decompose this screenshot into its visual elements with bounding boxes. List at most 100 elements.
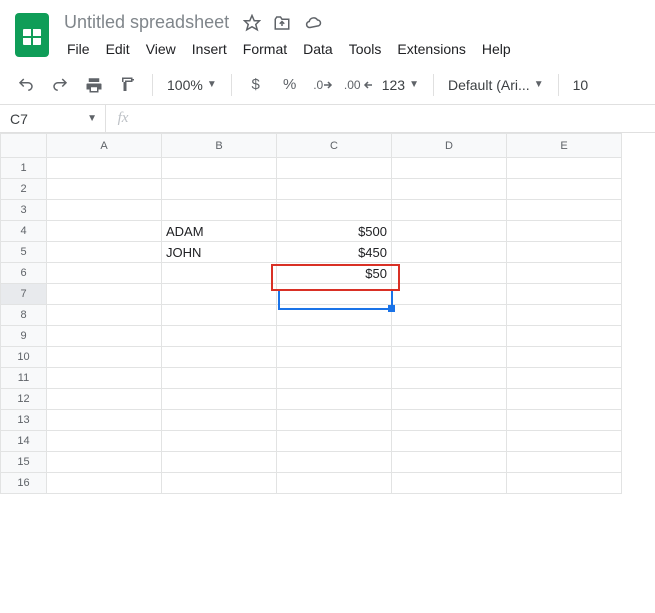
move-icon[interactable] bbox=[273, 14, 291, 32]
name-box[interactable]: C7 ▼ bbox=[0, 105, 106, 132]
cell-D7[interactable] bbox=[392, 284, 507, 305]
cell-D15[interactable] bbox=[392, 452, 507, 473]
cell-E7[interactable] bbox=[507, 284, 622, 305]
select-all-corner[interactable] bbox=[1, 134, 47, 158]
row-head-8[interactable]: 8 bbox=[1, 305, 47, 326]
cell-C16[interactable] bbox=[277, 473, 392, 494]
cell-C5[interactable]: $450 bbox=[277, 242, 392, 263]
cell-D4[interactable] bbox=[392, 221, 507, 242]
row-head-1[interactable]: 1 bbox=[1, 158, 47, 179]
menu-format[interactable]: Format bbox=[236, 37, 294, 61]
cell-A9[interactable] bbox=[47, 326, 162, 347]
cell-B3[interactable] bbox=[162, 200, 277, 221]
cell-A15[interactable] bbox=[47, 452, 162, 473]
row-head-5[interactable]: 5 bbox=[1, 242, 47, 263]
cell-E12[interactable] bbox=[507, 389, 622, 410]
cell-A13[interactable] bbox=[47, 410, 162, 431]
cell-E3[interactable] bbox=[507, 200, 622, 221]
cell-D12[interactable] bbox=[392, 389, 507, 410]
cell-B2[interactable] bbox=[162, 179, 277, 200]
cell-C11[interactable] bbox=[277, 368, 392, 389]
selection-fill-handle[interactable] bbox=[388, 305, 395, 312]
cell-E14[interactable] bbox=[507, 431, 622, 452]
cell-C8[interactable] bbox=[277, 305, 392, 326]
cell-D8[interactable] bbox=[392, 305, 507, 326]
cell-A10[interactable] bbox=[47, 347, 162, 368]
menu-tools[interactable]: Tools bbox=[342, 37, 389, 61]
row-head-11[interactable]: 11 bbox=[1, 368, 47, 389]
cell-B1[interactable] bbox=[162, 158, 277, 179]
undo-button[interactable] bbox=[12, 71, 40, 99]
paint-format-button[interactable] bbox=[114, 71, 142, 99]
cell-B11[interactable] bbox=[162, 368, 277, 389]
cell-C10[interactable] bbox=[277, 347, 392, 368]
cell-C14[interactable] bbox=[277, 431, 392, 452]
menu-data[interactable]: Data bbox=[296, 37, 340, 61]
row-head-6[interactable]: 6 bbox=[1, 263, 47, 284]
cell-B14[interactable] bbox=[162, 431, 277, 452]
zoom-select[interactable]: 100%▼ bbox=[163, 77, 221, 93]
cell-D14[interactable] bbox=[392, 431, 507, 452]
row-head-2[interactable]: 2 bbox=[1, 179, 47, 200]
cell-B4[interactable]: ADAM bbox=[162, 221, 277, 242]
cell-B15[interactable] bbox=[162, 452, 277, 473]
cell-D3[interactable] bbox=[392, 200, 507, 221]
cell-B8[interactable] bbox=[162, 305, 277, 326]
format-currency-button[interactable]: $ bbox=[242, 71, 270, 99]
cell-A14[interactable] bbox=[47, 431, 162, 452]
cell-E13[interactable] bbox=[507, 410, 622, 431]
sheets-logo[interactable] bbox=[12, 8, 52, 62]
col-head-E[interactable]: E bbox=[507, 134, 622, 158]
row-head-7[interactable]: 7 bbox=[1, 284, 47, 305]
cell-E10[interactable] bbox=[507, 347, 622, 368]
spreadsheet-grid[interactable]: ABCDE1234ADAM$5005JOHN$4506$507891011121… bbox=[0, 133, 655, 494]
cell-E8[interactable] bbox=[507, 305, 622, 326]
col-head-D[interactable]: D bbox=[392, 134, 507, 158]
cell-C9[interactable] bbox=[277, 326, 392, 347]
cell-D9[interactable] bbox=[392, 326, 507, 347]
cell-E11[interactable] bbox=[507, 368, 622, 389]
cell-A8[interactable] bbox=[47, 305, 162, 326]
cell-D2[interactable] bbox=[392, 179, 507, 200]
menu-help[interactable]: Help bbox=[475, 37, 518, 61]
font-size-input[interactable]: 10 bbox=[569, 77, 593, 93]
cell-C1[interactable] bbox=[277, 158, 392, 179]
row-head-4[interactable]: 4 bbox=[1, 221, 47, 242]
cell-D5[interactable] bbox=[392, 242, 507, 263]
cell-A16[interactable] bbox=[47, 473, 162, 494]
cell-C15[interactable] bbox=[277, 452, 392, 473]
cell-B12[interactable] bbox=[162, 389, 277, 410]
col-head-C[interactable]: C bbox=[277, 134, 392, 158]
cell-D6[interactable] bbox=[392, 263, 507, 284]
cell-E1[interactable] bbox=[507, 158, 622, 179]
col-head-B[interactable]: B bbox=[162, 134, 277, 158]
col-head-A[interactable]: A bbox=[47, 134, 162, 158]
cell-B9[interactable] bbox=[162, 326, 277, 347]
cell-E15[interactable] bbox=[507, 452, 622, 473]
cell-B13[interactable] bbox=[162, 410, 277, 431]
row-head-14[interactable]: 14 bbox=[1, 431, 47, 452]
cell-E2[interactable] bbox=[507, 179, 622, 200]
cloud-status-icon[interactable] bbox=[303, 14, 323, 32]
cell-A11[interactable] bbox=[47, 368, 162, 389]
menu-view[interactable]: View bbox=[139, 37, 183, 61]
menu-extensions[interactable]: Extensions bbox=[390, 37, 472, 61]
cell-A5[interactable] bbox=[47, 242, 162, 263]
more-formats-button[interactable]: 123▼ bbox=[378, 77, 423, 93]
cell-E5[interactable] bbox=[507, 242, 622, 263]
row-head-3[interactable]: 3 bbox=[1, 200, 47, 221]
row-head-10[interactable]: 10 bbox=[1, 347, 47, 368]
star-icon[interactable] bbox=[243, 14, 261, 32]
cell-D13[interactable] bbox=[392, 410, 507, 431]
cell-A12[interactable] bbox=[47, 389, 162, 410]
cell-B16[interactable] bbox=[162, 473, 277, 494]
cell-C4[interactable]: $500 bbox=[277, 221, 392, 242]
cell-D10[interactable] bbox=[392, 347, 507, 368]
cell-B6[interactable] bbox=[162, 263, 277, 284]
cell-C12[interactable] bbox=[277, 389, 392, 410]
cell-A7[interactable] bbox=[47, 284, 162, 305]
cell-C7[interactable] bbox=[277, 284, 392, 305]
print-button[interactable] bbox=[80, 71, 108, 99]
format-percent-button[interactable]: % bbox=[276, 71, 304, 99]
row-head-13[interactable]: 13 bbox=[1, 410, 47, 431]
